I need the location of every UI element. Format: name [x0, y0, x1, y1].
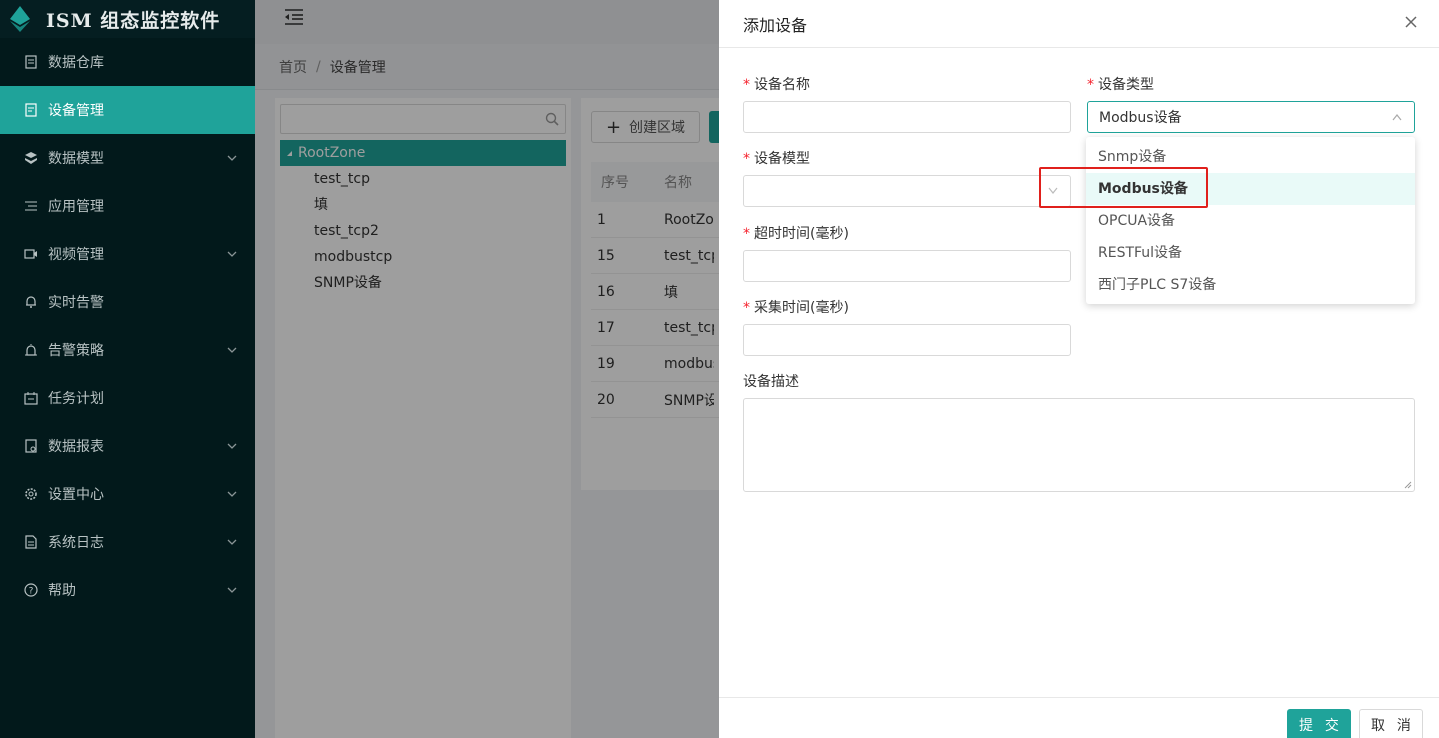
sidebar-item-help[interactable]: ? 帮助: [0, 566, 255, 614]
timeout-label-text: 超时时间(毫秒): [754, 226, 849, 242]
bell-icon: [24, 295, 38, 309]
sidebar-item-label: 应用管理: [48, 199, 104, 215]
database-icon: [24, 55, 38, 69]
dropdown-option[interactable]: Snmp设备: [1086, 141, 1415, 173]
dropdown-option[interactable]: 西门子PLC S7设备: [1086, 269, 1415, 301]
required-mark: *: [743, 151, 750, 167]
sidebar-item-device-management[interactable]: 设备管理: [0, 86, 255, 134]
sidebar-item-label: 设置中心: [48, 487, 104, 503]
sidebar-item-label: 帮助: [48, 583, 76, 599]
drawer-footer: 提 交 取 消: [719, 697, 1439, 738]
dropdown-option[interactable]: RESTFul设备: [1086, 237, 1415, 269]
sidebar-item-label: 数据报表: [48, 439, 104, 455]
device-name-label-text: 设备名称: [754, 77, 810, 93]
sidebar-item-label: 数据模型: [48, 151, 104, 167]
chevron-down-icon: [227, 251, 237, 257]
drawer-header: 添加设备: [719, 0, 1439, 48]
sidebar-item-label: 系统日志: [48, 535, 104, 551]
chevron-down-icon: [227, 443, 237, 449]
timeout-label: * 超时时间(毫秒): [743, 223, 849, 243]
device-type-select[interactable]: Modbus设备: [1087, 101, 1415, 133]
alarm-icon: [24, 343, 38, 357]
logo-icon: [10, 6, 30, 32]
sidebar-item-data-report[interactable]: 数据报表: [0, 422, 255, 470]
required-mark: *: [1087, 77, 1094, 93]
chevron-down-icon: [227, 347, 237, 353]
device-model-select[interactable]: [743, 175, 1071, 207]
sidebar-item-label: 视频管理: [48, 247, 104, 263]
collect-interval-label-text: 采集时间(毫秒): [754, 300, 849, 316]
timeout-input[interactable]: [743, 250, 1071, 282]
sidebar-item-system-log[interactable]: 系统日志: [0, 518, 255, 566]
gear-icon: [24, 487, 38, 501]
sidebar: ISM 组态监控软件 数据仓库 设备管理 数据模型 应用管理 视频管理 实时告警: [0, 0, 255, 738]
chevron-down-icon: [1048, 187, 1058, 194]
cancel-button[interactable]: 取 消: [1359, 709, 1423, 738]
device-name-input[interactable]: [743, 101, 1071, 133]
add-device-drawer: 添加设备 * 设备名称 * 设备类型 Modbus设备 * 设备模型 * 超时时间(毫秒…: [719, 0, 1439, 738]
help-icon: ?: [24, 583, 38, 597]
sidebar-item-app-management[interactable]: 应用管理: [0, 182, 255, 230]
dropdown-option-selected[interactable]: Modbus设备: [1086, 173, 1415, 205]
device-type-value: Modbus设备: [1099, 110, 1182, 126]
description-label-text: 设备描述: [743, 374, 799, 390]
calendar-icon: [24, 391, 38, 405]
sidebar-item-label: 设备管理: [48, 103, 104, 119]
sidebar-item-settings-center[interactable]: 设置中心: [0, 470, 255, 518]
sidebar-item-alarm-strategy[interactable]: 告警策略: [0, 326, 255, 374]
sidebar-item-task-plan[interactable]: 任务计划: [0, 374, 255, 422]
report-icon: [24, 439, 38, 453]
sidebar-item-video-management[interactable]: 视频管理: [0, 230, 255, 278]
device-icon: [24, 103, 38, 117]
log-icon: [24, 535, 38, 549]
device-type-dropdown: Snmp设备 Modbus设备 OPCUA设备 RESTFul设备 西门子PLC…: [1086, 137, 1415, 304]
drawer-title: 添加设备: [743, 15, 808, 35]
drawer-mask[interactable]: [255, 0, 719, 738]
chevron-down-icon: [227, 587, 237, 593]
chevron-down-icon: [227, 539, 237, 545]
sidebar-menu: 数据仓库 设备管理 数据模型 应用管理 视频管理 实时告警 告警策略 任务计划 …: [0, 38, 255, 614]
sidebar-item-realtime-alarm[interactable]: 实时告警: [0, 278, 255, 326]
app-icon: [24, 199, 38, 213]
sidebar-item-label: 实时告警: [48, 295, 104, 311]
close-icon[interactable]: [1403, 14, 1419, 30]
sidebar-item-label: 任务计划: [48, 391, 104, 407]
required-mark: *: [743, 77, 750, 93]
dropdown-option[interactable]: OPCUA设备: [1086, 205, 1415, 237]
model-icon: [24, 151, 38, 165]
sidebar-item-label: 告警策略: [48, 343, 104, 359]
device-type-label-text: 设备类型: [1098, 77, 1154, 93]
sidebar-item-label: 数据仓库: [48, 55, 104, 71]
device-model-label-text: 设备模型: [754, 151, 810, 167]
collect-interval-input[interactable]: [743, 324, 1071, 356]
collect-interval-label: * 采集时间(毫秒): [743, 297, 849, 317]
chevron-down-icon: [227, 155, 237, 161]
app-title: ISM 组态监控软件: [46, 9, 221, 32]
device-model-label: * 设备模型: [743, 148, 810, 168]
required-mark: *: [743, 300, 750, 316]
resize-handle-icon[interactable]: [1404, 481, 1412, 489]
submit-button[interactable]: 提 交: [1287, 709, 1351, 738]
video-icon: [24, 247, 38, 261]
sidebar-item-data-warehouse[interactable]: 数据仓库: [0, 38, 255, 86]
chevron-up-icon: [1392, 114, 1402, 121]
required-mark: *: [743, 226, 750, 242]
brand: ISM 组态监控软件: [0, 0, 255, 38]
svg-text:?: ?: [29, 587, 34, 597]
device-name-label: * 设备名称: [743, 74, 810, 94]
description-textarea[interactable]: [743, 398, 1415, 492]
chevron-down-icon: [227, 491, 237, 497]
description-label: 设备描述: [743, 371, 799, 391]
device-type-label: * 设备类型: [1087, 74, 1154, 94]
sidebar-item-data-model[interactable]: 数据模型: [0, 134, 255, 182]
